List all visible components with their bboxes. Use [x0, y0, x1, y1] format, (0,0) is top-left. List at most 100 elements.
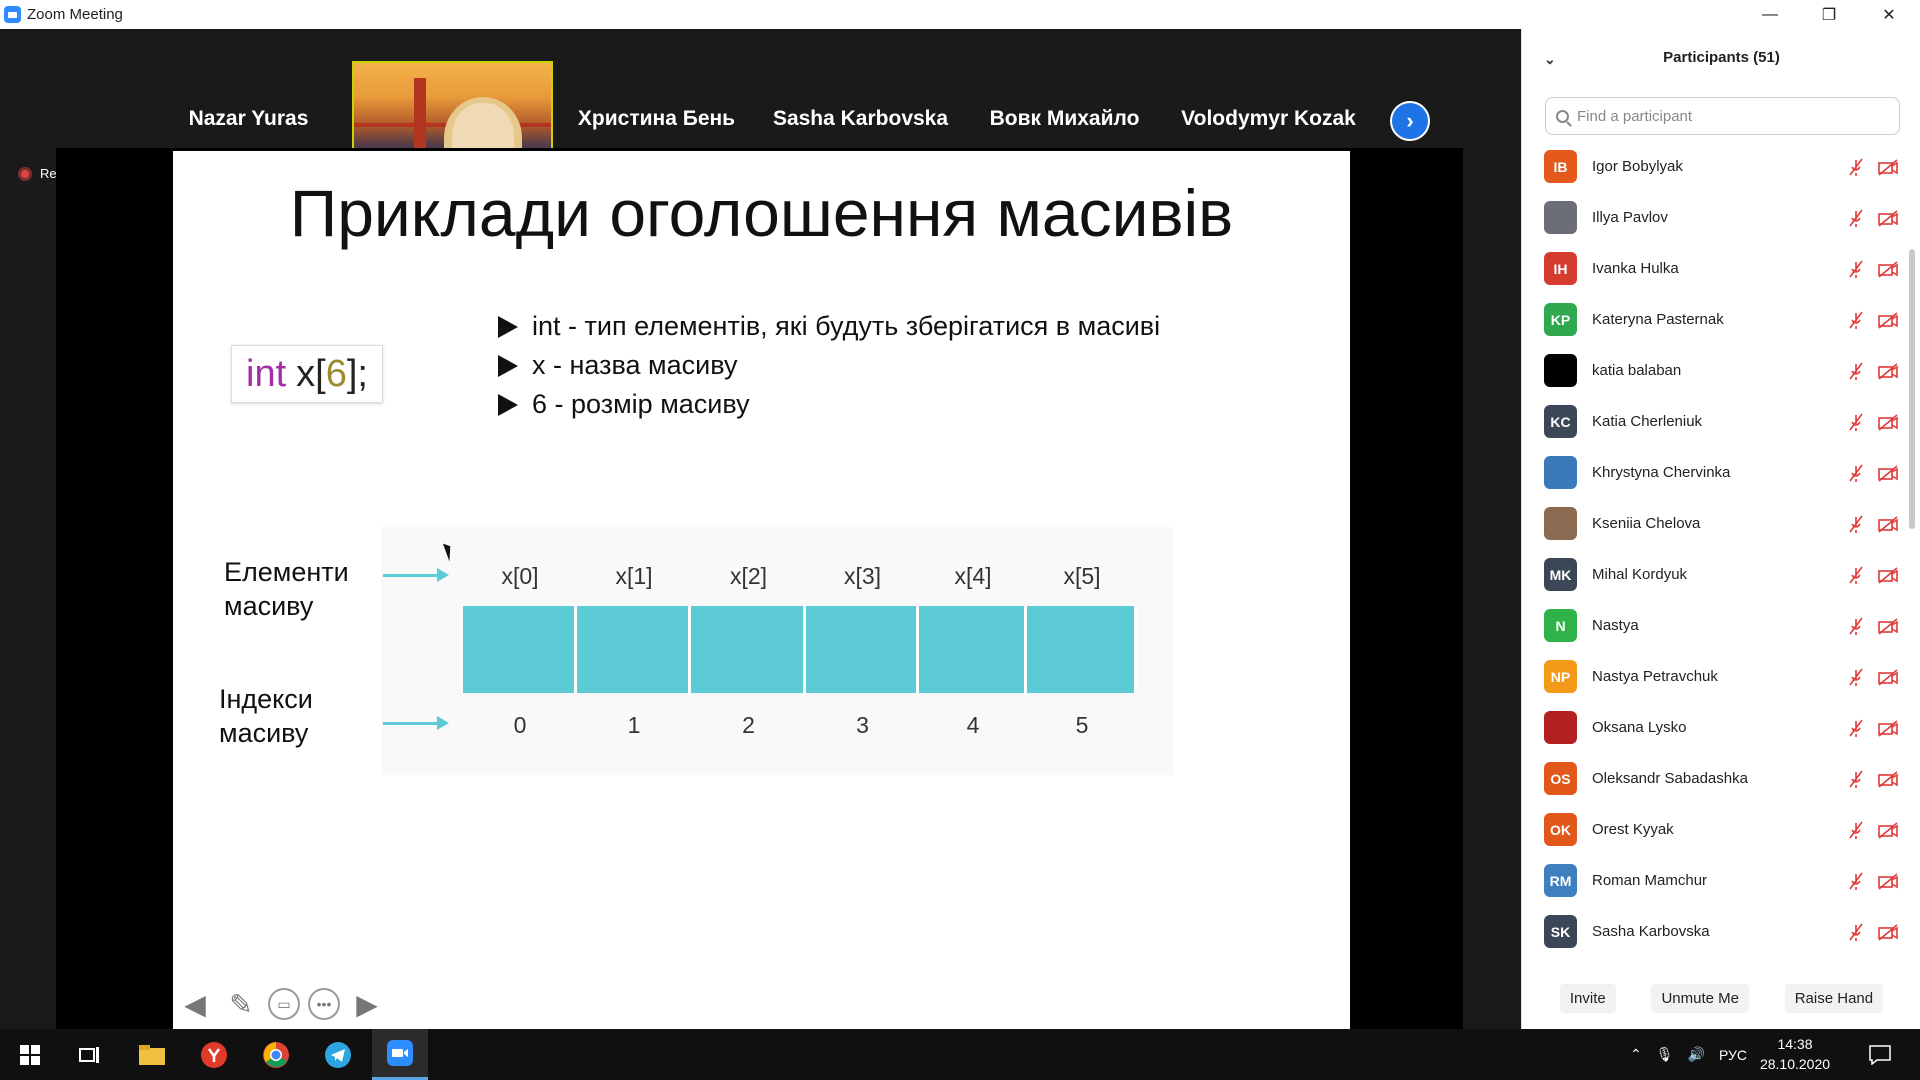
participant-name: Kseniia Chelova	[1592, 515, 1701, 532]
start-button[interactable]	[2, 1029, 58, 1080]
raise-hand-button[interactable]: Raise Hand	[1784, 984, 1884, 1013]
video-off-icon	[1878, 668, 1898, 686]
avatar	[1544, 354, 1577, 387]
bullet-item: 6 - розмір масиву	[498, 385, 1160, 424]
elements-arrow-icon	[383, 568, 449, 582]
participant-list: IB Igor Bobylyak Illya Pavlov IH Ivanka Hulk…	[1522, 141, 1907, 957]
minimize-button[interactable]: —	[1741, 0, 1799, 29]
video-off-icon	[1878, 719, 1898, 737]
participant-name: Sasha Karbovska	[772, 107, 949, 130]
participant-name: Oksana Lysko	[1592, 719, 1687, 736]
chevron-up-icon[interactable]: ⌃	[1630, 1046, 1642, 1063]
mic-muted-icon	[1849, 311, 1863, 329]
avatar: OS	[1544, 762, 1577, 795]
subtitles-icon[interactable]: ▭	[268, 988, 300, 1020]
participant-row[interactable]: N Nastya	[1522, 600, 1907, 651]
mic-muted-icon	[1849, 566, 1863, 584]
chrome-icon	[263, 1041, 289, 1068]
mic-muted-icon	[1849, 464, 1863, 482]
mic-muted-icon	[1849, 668, 1863, 686]
telegram-button[interactable]	[310, 1029, 366, 1080]
windows-icon	[20, 1044, 40, 1065]
participant-row[interactable]: RM Roman Mamchur	[1522, 855, 1907, 906]
array-cell	[691, 606, 806, 693]
code-size: 6	[325, 352, 347, 395]
avatar	[1544, 456, 1577, 489]
video-off-icon	[1878, 923, 1898, 941]
participant-row[interactable]: Khrystyna Chervinka	[1522, 447, 1907, 498]
microphone-icon[interactable]: 🎙	[1656, 1046, 1674, 1063]
participants-scrollbar[interactable]	[1909, 249, 1915, 529]
participant-row[interactable]: NP Nastya Petravchuk	[1522, 651, 1907, 702]
system-tray: ⌃ 🎙 🔊 РУС	[1630, 1029, 1747, 1080]
participant-row[interactable]: katia balaban	[1522, 345, 1907, 396]
video-off-icon	[1878, 260, 1898, 278]
more-options-icon[interactable]: •••	[308, 988, 340, 1020]
participant-row[interactable]: IB Igor Bobylyak	[1522, 141, 1907, 192]
clock-date: 28.10.2020	[1759, 1056, 1831, 1072]
restore-button[interactable]: ❐	[1800, 0, 1858, 29]
slide-title: Приклади оголошення масивів	[289, 176, 1234, 250]
yandex-browser-button[interactable]	[186, 1029, 242, 1080]
language-indicator[interactable]: РУС	[1719, 1047, 1747, 1063]
close-button[interactable]: ✕	[1860, 0, 1918, 29]
avatar	[1544, 201, 1577, 234]
array-cell	[1027, 606, 1137, 693]
next-slide-icon[interactable]: ▶	[348, 985, 386, 1023]
code-keyword: int	[246, 352, 287, 395]
video-off-icon	[1878, 515, 1898, 533]
participant-name: Roman Mamchur	[1592, 872, 1708, 889]
chrome-button[interactable]	[248, 1029, 304, 1080]
mic-muted-icon	[1849, 770, 1863, 788]
participant-name: Вовк Михайло	[989, 107, 1140, 130]
participant-row[interactable]: OK Orest Kyyak	[1522, 804, 1907, 855]
participant-row[interactable]: KC Katia Cherleniuk	[1522, 396, 1907, 447]
participants-panel: ⌄ Participants (51) Find a participant I…	[1521, 29, 1920, 1029]
notifications-button[interactable]	[1852, 1029, 1908, 1080]
task-view-button[interactable]	[62, 1029, 118, 1080]
taskbar-clock[interactable]: 14:38 28.10.2020	[1755, 1034, 1835, 1074]
participant-name: Sasha Karbovska	[1592, 923, 1710, 940]
participant-row[interactable]: KP Kateryna Pasternak	[1522, 294, 1907, 345]
unmute-me-button[interactable]: Unmute Me	[1651, 984, 1749, 1013]
avatar: RM	[1544, 864, 1577, 897]
avatar	[1544, 711, 1577, 744]
pen-icon[interactable]: ✎	[222, 985, 260, 1023]
participant-row[interactable]: MK Mihal Kordyuk	[1522, 549, 1907, 600]
video-off-icon	[1878, 311, 1898, 329]
task-view-icon	[79, 1046, 99, 1063]
participant-row[interactable]: Kseniia Chelova	[1522, 498, 1907, 549]
participant-row[interactable]: SK Sasha Karbovska	[1522, 906, 1907, 957]
invite-button[interactable]: Invite	[1559, 984, 1616, 1013]
participant-name: Mihal Kordyuk	[1592, 566, 1688, 583]
clock-time: 14:38	[1777, 1036, 1813, 1052]
participant-row[interactable]: Oksana Lysko	[1522, 702, 1907, 753]
participant-search-input[interactable]: Find a participant	[1545, 97, 1900, 135]
chevron-down-icon[interactable]: ⌄	[1544, 51, 1556, 68]
search-icon	[1556, 109, 1569, 123]
volume-icon[interactable]: 🔊	[1688, 1046, 1705, 1063]
avatar: IH	[1544, 252, 1577, 285]
elements-label: Елементи масиву	[224, 557, 349, 621]
participant-row[interactable]: OS Oleksandr Sabadashka	[1522, 753, 1907, 804]
slide-toolbar: ◀ ✎ ▭ ••• ▶	[176, 985, 386, 1023]
participant-row[interactable]: IH Ivanka Hulka	[1522, 243, 1907, 294]
notification-icon	[1869, 1044, 1891, 1065]
mic-muted-icon	[1849, 362, 1863, 380]
zoom-taskbar-button[interactable]	[372, 1029, 428, 1080]
participant-name: Khrystyna Chervinka	[1592, 464, 1731, 481]
participant-row[interactable]: Illya Pavlov	[1522, 192, 1907, 243]
video-off-icon	[1878, 413, 1898, 431]
avatar: KP	[1544, 303, 1577, 336]
participant-name: Igor Bobylyak	[1592, 158, 1683, 175]
participant-name: Христина Бень	[577, 107, 736, 130]
title-bar: Zoom Meeting — ❐ ✕	[0, 0, 1920, 29]
zoom-icon	[387, 1040, 413, 1066]
file-explorer-button[interactable]	[124, 1029, 180, 1080]
previous-slide-icon[interactable]: ◀	[176, 985, 214, 1023]
zoom-app-icon	[4, 6, 21, 23]
bullet-item: int - тип елементів, які будуть зберігат…	[498, 307, 1160, 346]
arrow-bullet-icon	[498, 354, 518, 377]
participant-name: Nastya Petravchuk	[1592, 668, 1718, 685]
next-page-button[interactable]: ›	[1390, 101, 1430, 141]
